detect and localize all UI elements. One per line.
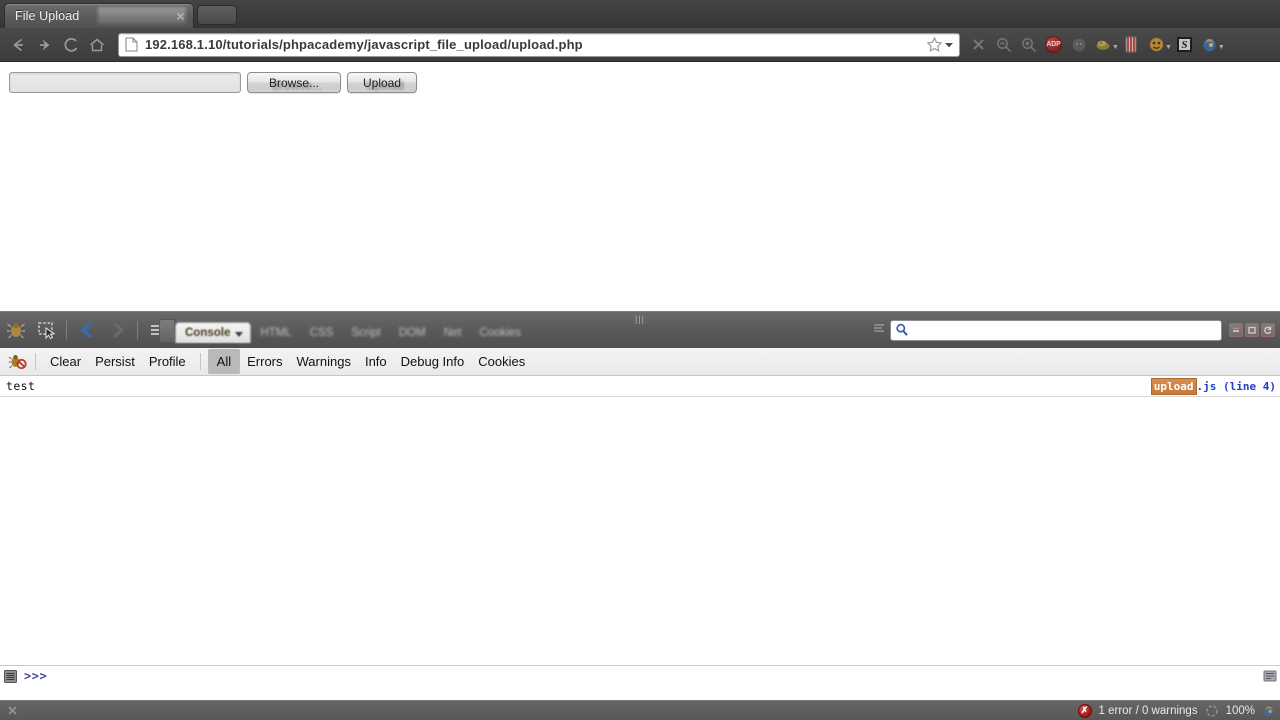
tab-net[interactable]: Net [435,322,471,343]
expand-commandline-icon[interactable] [1263,669,1277,683]
firebug-search-area [873,319,1280,341]
filter-warnings-button[interactable]: Warnings [290,350,358,373]
options-divider [35,353,36,370]
console-source-rest: .js (line 4) [1196,379,1276,393]
profile-button[interactable]: Profile [142,350,193,373]
filter-cookies-button[interactable]: Cookies [471,350,532,373]
firebug-search-box[interactable] [890,319,1222,341]
new-tab-button[interactable] [197,5,237,25]
toolbar-divider [66,320,67,340]
firebug-toolbar: ||| Console HTML CSS Script DOM Net Cook… [0,311,1280,348]
close-icon[interactable] [174,10,187,23]
measureit-icon[interactable] [1119,32,1144,58]
error-icon[interactable]: ✗ [1077,703,1092,718]
console-row[interactable]: test upload .js (line 4) [0,376,1280,397]
page-content: Browse... Browse... Upload Upload [0,62,1280,311]
filter-info-button[interactable]: Info [358,350,394,373]
forward-arrow-icon[interactable] [32,32,58,58]
upload-button[interactable]: Upload Upload [347,72,417,93]
console-options-bar: Clear Persist Profile All Errors Warning… [0,348,1280,376]
tab-html[interactable]: HTML [251,322,300,343]
firefox-icon[interactable] [1262,704,1276,718]
error-count-text[interactable]: 1 error / 0 warnings [1099,705,1198,717]
status-bar-right: ✗ 1 error / 0 warnings 100% [1077,703,1277,718]
panel-resize-grip[interactable]: ||| [635,314,645,324]
firebug-icon[interactable] [0,316,31,344]
detach-window-button[interactable] [1245,323,1259,337]
toolbar-divider-2 [137,320,138,340]
search-icon [895,323,909,337]
minimize-button[interactable] [1229,323,1243,337]
status-bar: ✗ 1 error / 0 warnings 100% [0,700,1280,720]
firefox-extension-icon[interactable] [1197,32,1222,58]
tab-strip: File Upload [0,0,1280,28]
clear-button[interactable]: Clear [43,350,88,373]
search-options-icon[interactable] [873,321,885,339]
previous-panel-icon[interactable] [71,316,102,344]
inspect-element-icon[interactable] [31,316,62,344]
browser-window: File Upload 192.168.1.10/tutorials/phpac… [0,0,1280,720]
stop-icon[interactable] [966,32,991,58]
firebug-search-input[interactable] [909,323,1221,337]
persist-button[interactable]: Persist [88,350,142,373]
close-panel-button[interactable] [1261,323,1275,337]
console-message: test [6,379,36,393]
command-input[interactable] [53,668,1263,684]
adblock-plus-badge-label: ADP [1045,36,1062,53]
web-developer-icon[interactable] [1144,32,1169,58]
browser-tab[interactable]: File Upload [4,3,194,28]
zoom-in-icon[interactable] [1016,32,1041,58]
navigation-toolbar: 192.168.1.10/tutorials/phpacademy/javasc… [0,28,1280,62]
command-history-icon[interactable] [3,669,18,684]
browse-button-label: Browse... [268,75,319,90]
url-bar[interactable]: 192.168.1.10/tutorials/phpacademy/javasc… [118,32,960,57]
console-filter-icon[interactable] [6,353,28,371]
browse-button[interactable]: Browse... Browse... [247,72,341,93]
tab-console[interactable]: Console [175,322,252,343]
activity-icon [1205,704,1219,718]
upload-button-label: Upload [362,75,402,90]
tab-dom[interactable]: DOM [390,322,435,343]
filter-all-button[interactable]: All [207,349,241,374]
firebug-panel: ||| Console HTML CSS Script DOM Net Cook… [0,311,1280,720]
tab-blur-overlay [98,7,186,24]
command-prompt: >>> [24,669,48,683]
tab-cookies[interactable]: Cookies [471,322,531,343]
command-line[interactable]: >>> [0,665,1280,686]
tab-css[interactable]: CSS [301,322,343,343]
filter-debug-info-button[interactable]: Debug Info [394,350,472,373]
tab-script[interactable]: Script [342,322,389,343]
close-icon[interactable] [4,705,20,716]
console-source-link[interactable]: upload .js (line 4) [1150,377,1276,395]
back-arrow-icon[interactable] [6,32,32,58]
ghostery-icon[interactable] [1066,32,1091,58]
home-icon[interactable] [84,32,110,58]
reload-icon[interactable] [58,32,84,58]
filter-errors-button[interactable]: Errors [240,350,289,373]
options-divider-2 [199,353,201,370]
tab-title: File Upload [15,9,80,23]
file-input[interactable] [9,72,241,93]
next-panel-icon[interactable] [102,316,133,344]
star-icon[interactable] [926,36,943,53]
panel-selector-button[interactable] [159,319,175,343]
console-output: test upload .js (line 4) [0,376,1280,652]
url-text[interactable]: 192.168.1.10/tutorials/phpacademy/javasc… [145,37,926,52]
file-upload-form: Browse... Browse... Upload Upload [9,72,417,93]
page-icon [125,37,138,52]
zoom-out-icon[interactable] [991,32,1016,58]
firebug-window-buttons [1229,323,1275,337]
selenium-ide-icon[interactable]: S [1172,32,1197,58]
cookie-extension-icon[interactable] [1091,32,1116,58]
chevron-down-icon[interactable] [943,41,955,49]
console-source-highlight: upload [1150,377,1197,395]
firebug-tab-list: Console HTML CSS Script DOM Net Cookies [159,316,531,344]
selenium-ide-label: S [1176,37,1192,52]
adblock-plus-icon[interactable]: ADP [1041,32,1066,58]
zoom-level-text[interactable]: 100% [1226,705,1255,717]
